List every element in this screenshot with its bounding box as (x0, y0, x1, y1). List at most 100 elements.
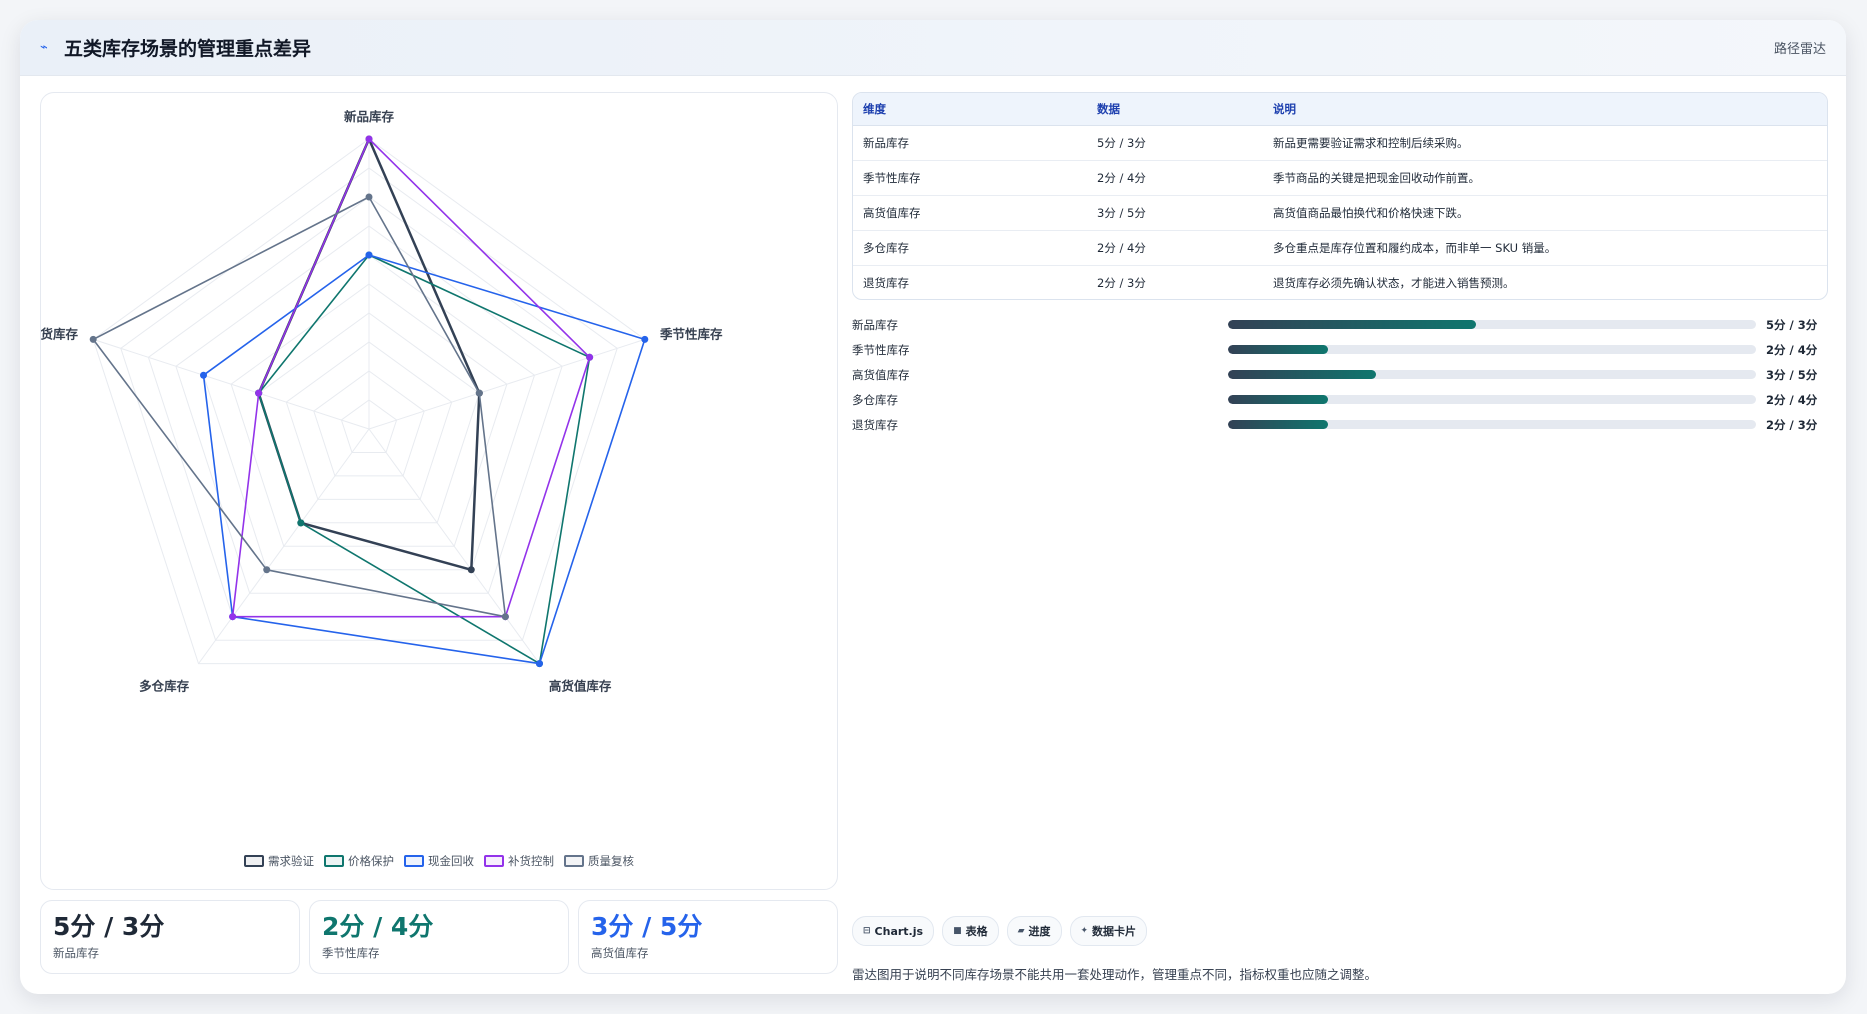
table-cell: 多仓库存 (853, 230, 1087, 266)
progress-value: 2分 / 4分 (1766, 392, 1818, 407)
chip-label: 进度 (1028, 925, 1051, 938)
chip-label: 数据卡片 (1092, 925, 1137, 938)
chart-icon: ⊟ (863, 926, 871, 936)
data-point (89, 335, 97, 343)
table-row: 季节性库存 2分 / 4分 季节商品的关键是把现金回收动作前置。 (853, 160, 1827, 196)
kpi-value: 2分 / 4分 (322, 912, 434, 941)
series-line (257, 254, 591, 665)
progress-value: 2分 / 3分 (1766, 417, 1818, 432)
progress-track (1228, 320, 1756, 329)
table-cell: 新品更需要验证需求和控制后续采购。 (1263, 125, 1827, 161)
table-row: 高货值库存 3分 / 5分 高货值商品最怕换代和价格快速下跌。 (853, 195, 1827, 231)
kpi-card-high-value: 3分 / 5分 高货值库存 (578, 900, 838, 974)
data-point (535, 660, 543, 668)
column-header: 说明 (1263, 93, 1827, 126)
table-cell: 退货库存 (863, 275, 909, 290)
data-point (501, 613, 509, 621)
axis-label: 退货库存 (41, 326, 79, 341)
legend-label: 现金回收 (428, 854, 474, 868)
table-cell: 高货值库存 (853, 195, 1087, 231)
data-point (263, 566, 271, 574)
table-icon: ■ (953, 926, 962, 936)
chip-table[interactable]: ■ 表格 (942, 916, 999, 946)
chip-label: 表格 (965, 925, 988, 938)
legend-swatch (324, 855, 344, 867)
legend-label: 补货控制 (508, 854, 554, 868)
table-header-row: 维度 数据 说明 (853, 93, 1827, 126)
table-cell: 退货库存必须先确认状态，才能进入销售预测。 (1273, 275, 1515, 290)
chip-label: Chart.js (874, 924, 924, 938)
table-cell: 2分 / 4分 (1087, 230, 1263, 266)
kpi-card-new: 5分 / 3分 新品库存 (40, 900, 300, 974)
table-row: 多仓库存 2分 / 4分 多仓重点是库存位置和履约成本，而非单一 SKU 销量。 (853, 230, 1827, 266)
progress-row: 新品库存 5分 / 3分 (852, 312, 1828, 337)
data-point (365, 251, 373, 259)
progress-track (1228, 370, 1756, 379)
chart-legend: 需求验证 价格保护 现金回收 补货控制 质量复核 (41, 853, 837, 869)
series-line (202, 254, 646, 665)
legend-swatch (244, 855, 264, 867)
legend-swatch (564, 855, 584, 867)
legend-item[interactable]: 价格保护 (324, 853, 394, 869)
legend-item[interactable]: 补货控制 (484, 853, 554, 869)
table-cell: 季节性库存 (853, 160, 1087, 196)
axis-label: 新品库存 (344, 109, 395, 124)
data-point (641, 335, 649, 343)
data-table: 维度 数据 说明 新品库存 5分 / 3分 新品更需要验证需求和控制后续采购。 … (852, 92, 1828, 300)
data-card-icon: ✦ (1080, 926, 1089, 936)
progress-fill (1228, 345, 1329, 354)
data-point (586, 353, 594, 361)
radar-chart: 新品库存季节性库存高货值库存 多仓库存 退货库存 (41, 109, 723, 694)
chip-progress[interactable]: ▰ 进度 (1006, 916, 1062, 946)
table-cell: 高货值商品最怕换代和价格快速下跌。 (1263, 195, 1827, 231)
data-point (297, 519, 305, 527)
kpi-label: 季节性库存 (322, 946, 380, 960)
kpi-value: 5分 / 3分 (53, 912, 165, 941)
progress-row: 退货库存 2分 / 3分 (852, 412, 1828, 437)
grid-spoke (368, 338, 645, 430)
progress-label: 多仓库存 (852, 392, 898, 407)
data-point (467, 566, 475, 574)
progress-label: 季节性库存 (852, 342, 910, 357)
table-cell: 2分 / 3分 (1097, 275, 1146, 290)
legend-item[interactable]: 需求验证 (244, 853, 314, 869)
progress-row: 多仓库存 2分 / 4分 (852, 387, 1828, 412)
column-header: 数据 (1087, 93, 1263, 126)
legend-swatch (404, 855, 424, 867)
data-point (200, 371, 208, 379)
chip-data-card[interactable]: ✦ 数据卡片 (1069, 916, 1148, 946)
trend-line-icon: ⌁ (40, 40, 48, 55)
data-point (255, 389, 263, 397)
table-cell: 新品库存 (853, 125, 1087, 161)
table-cell: 季节商品的关键是把现金回收动作前置。 (1263, 160, 1827, 196)
table-cell: 5分 / 3分 (1087, 125, 1263, 161)
progress-fill (1228, 370, 1376, 379)
progress-list: 新品库存 5分 / 3分 季节性库存 2分 / 4分 高货值库存 3分 / 5分… (852, 312, 1828, 437)
radar-chart-panel: 新品库存季节性库存高货值库存 多仓库存 退货库存 需求验证 价格保护 现金回收 补货控制 质… (40, 92, 838, 890)
chip-chartjs[interactable]: ⊟ Chart.js (852, 916, 935, 946)
progress-track (1228, 345, 1756, 354)
legend-label: 质量复核 (588, 854, 634, 868)
axis-label: 高货值库存 (549, 679, 612, 694)
progress-value: 3分 / 5分 (1766, 367, 1818, 382)
kpi-card-seasonal: 2分 / 4分 季节性库存 (309, 900, 569, 974)
legend-item[interactable]: 现金回收 (404, 853, 474, 869)
chart-type-tag: 路径雷达 (1773, 42, 1826, 57)
progress-fill (1228, 420, 1329, 429)
data-point (475, 389, 483, 397)
data-point (365, 135, 373, 143)
legend-item[interactable]: 质量复核 (564, 853, 634, 869)
progress-fill (1228, 395, 1329, 404)
progress-label: 退货库存 (852, 417, 898, 432)
tech-chip-list: ⊟ Chart.js ■ 表格 ▰ 进度 ✦ 数据卡片 (852, 916, 1148, 946)
chart-footnote: 雷达图用于说明不同库存场景不能共用一套处理动作，管理重点不同，指标权重也应随之调… (852, 967, 1378, 982)
legend-label: 价格保护 (348, 854, 394, 868)
axis-label: 季节性库存 (659, 326, 723, 341)
progress-value: 5分 / 3分 (1766, 317, 1818, 332)
progress-track (1228, 420, 1756, 429)
progress-fill (1228, 320, 1477, 329)
kpi-value: 3分 / 5分 (591, 912, 703, 941)
legend-label: 需求验证 (268, 854, 314, 868)
progress-label: 高货值库存 (852, 367, 910, 382)
series-line (231, 138, 591, 618)
